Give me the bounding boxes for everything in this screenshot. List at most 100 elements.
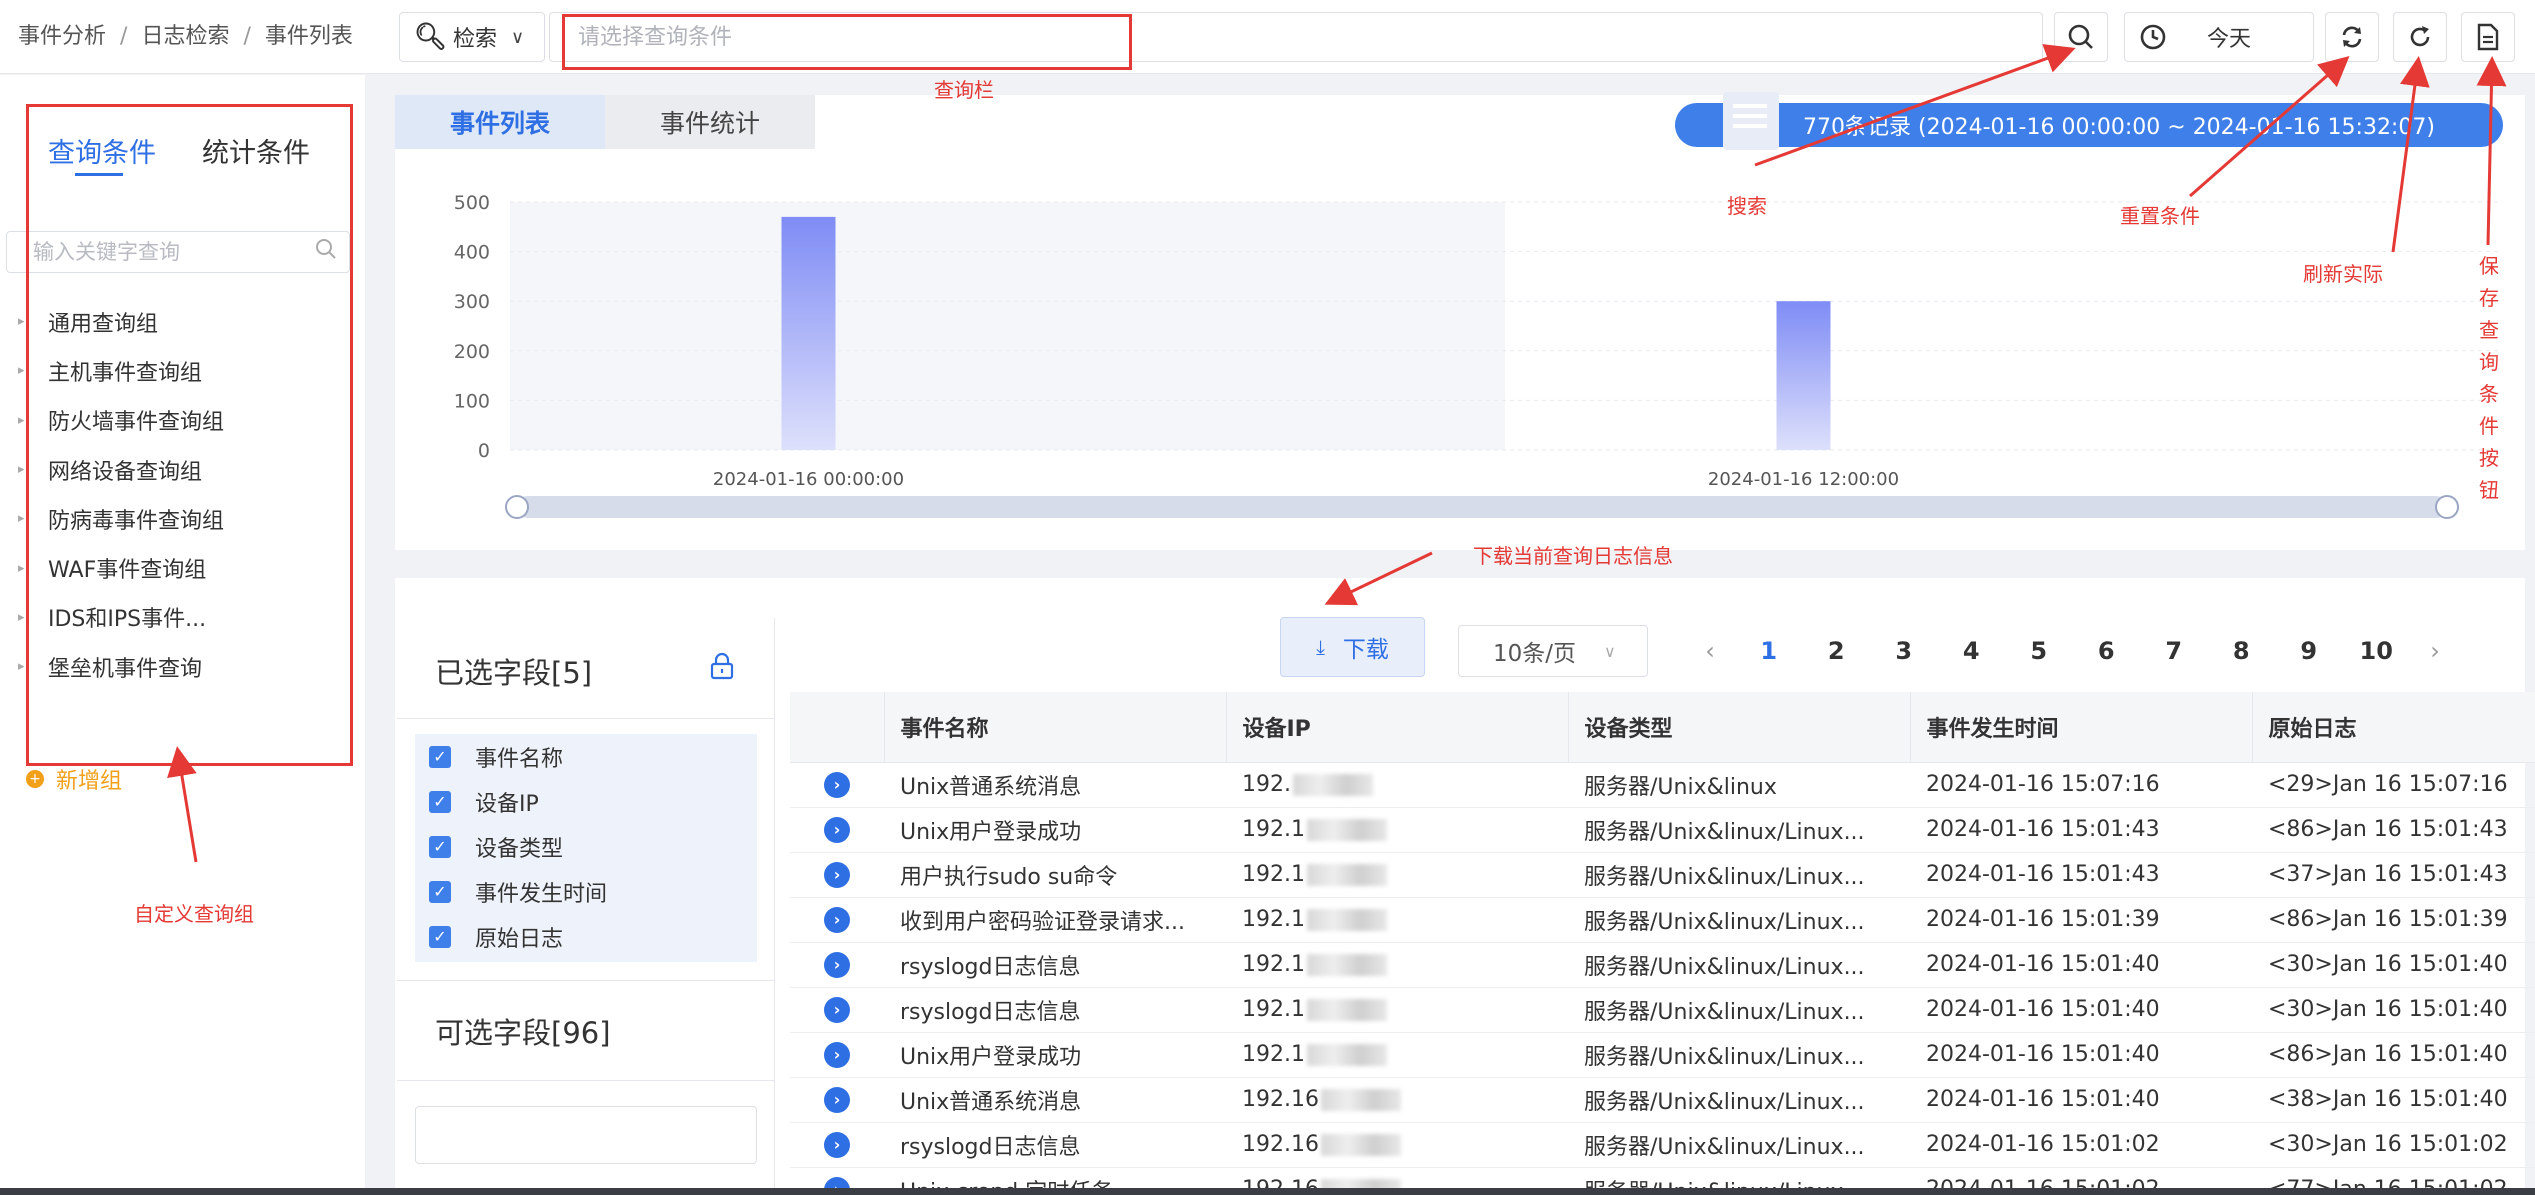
selected-field-item[interactable]: ✓ 设备IP	[415, 779, 757, 824]
cell-event-name: 用户执行sudo su命令	[884, 852, 1226, 898]
row-expand-cell[interactable]: ›	[790, 897, 884, 943]
chevron-right-circle-icon[interactable]: ›	[824, 862, 850, 888]
table-row[interactable]: › rsyslogd日志信息 192.1 服务器/Unix&linux/Linux..…	[790, 987, 2535, 1033]
cell-event-time: 2024-01-16 15:07:16	[1910, 762, 2252, 808]
download-button[interactable]: ⤓ 下载	[1280, 617, 1425, 677]
cell-event-time: 2024-01-16 15:01:02	[1910, 1122, 2252, 1168]
chart-band	[510, 202, 1505, 450]
page-button[interactable]: 6	[2073, 637, 2141, 665]
row-expand-cell[interactable]: ›	[790, 942, 884, 988]
table-header[interactable]: 原始日志	[2252, 692, 2535, 763]
table-row[interactable]: › 收到用户密码验证登录请求... 192.1 服务器/Unix&linux/Linu…	[790, 897, 2535, 943]
cell-device-type: 服务器/Unix&linux/Linux...	[1568, 807, 1910, 853]
search-mode-select[interactable]: 🔍︎ 检索 ∨	[399, 12, 545, 62]
row-expand-cell[interactable]: ›	[790, 807, 884, 853]
y-tick-label: 100	[454, 390, 490, 412]
checkbox-checked-icon[interactable]: ✓	[429, 745, 451, 768]
cell-raw-log: <38>Jan 16 15:01:40	[2252, 1077, 2535, 1123]
prev-page-icon[interactable]: ‹	[1685, 637, 1735, 665]
next-page-icon[interactable]: ›	[2410, 637, 2460, 665]
breadcrumb: 事件分析 / 日志检索 / 事件列表	[18, 24, 353, 49]
chevron-right-circle-icon[interactable]: ›	[824, 952, 850, 978]
page-button[interactable]: 1	[1735, 637, 1803, 665]
tab-event-list[interactable]: 事件列表	[395, 95, 605, 149]
time-range-label: 今天	[2207, 27, 2252, 52]
selected-field-item[interactable]: ✓ 事件发生时间	[415, 869, 757, 914]
page-button[interactable]: 10	[2343, 637, 2411, 665]
table-row[interactable]: › rsyslogd日志信息 192.1 服务器/Unix&linux/Linux..…	[790, 942, 2535, 988]
checkbox-checked-icon[interactable]: ✓	[429, 835, 451, 858]
chevron-right-circle-icon[interactable]: ›	[824, 1087, 850, 1113]
add-group-button[interactable]: + 新增组	[26, 763, 122, 795]
optional-field-search-input[interactable]	[415, 1106, 757, 1164]
table-row[interactable]: › Unix普通系统消息 192. 服务器/Unix&linux 2024-01-16 …	[790, 762, 2535, 808]
chevron-right-circle-icon[interactable]: ›	[824, 1042, 850, 1068]
search-button[interactable]	[2054, 12, 2108, 62]
breadcrumb-item-log-search[interactable]: 日志检索	[141, 24, 229, 49]
main-tabs: 事件列表 事件统计	[395, 95, 815, 149]
refresh-icon	[2410, 26, 2430, 47]
cell-raw-log: <29>Jan 16 15:07:16	[2252, 762, 2535, 808]
table-header[interactable]: 事件发生时间	[1910, 692, 2253, 763]
chevron-right-circle-icon[interactable]: ›	[824, 997, 850, 1023]
document-icon	[1723, 92, 1779, 150]
checkbox-checked-icon[interactable]: ✓	[429, 880, 451, 903]
page-button[interactable]: 7	[2140, 637, 2208, 665]
row-expand-cell[interactable]: ›	[790, 762, 884, 808]
page-button[interactable]: 9	[2275, 637, 2343, 665]
cell-event-name: 收到用户密码验证登录请求...	[884, 897, 1226, 943]
divider	[397, 980, 775, 981]
row-expand-cell[interactable]: ›	[790, 852, 884, 898]
table-row[interactable]: › Unix普通系统消息 192.16 服务器/Unix&linux/Linux...…	[790, 1077, 2535, 1123]
table-header[interactable]: 事件名称	[884, 692, 1227, 763]
redacted-ip	[1306, 954, 1387, 976]
cell-event-time: 2024-01-16 15:01:43	[1910, 807, 2252, 853]
table-row[interactable]: › Unix用户登录成功 192.1 服务器/Unix&linux/Linux... 2…	[790, 1032, 2535, 1078]
cell-device-type: 服务器/Unix&linux/Linux...	[1568, 1122, 1910, 1168]
page-button[interactable]: 3	[1870, 637, 1938, 665]
cell-event-time: 2024-01-16 15:01:40	[1910, 1077, 2252, 1123]
cell-raw-log: <30>Jan 16 15:01:02	[2252, 1122, 2535, 1168]
page-button[interactable]: 2	[1803, 637, 1871, 665]
zoom-handle-right	[2435, 495, 2459, 519]
tab-event-stats[interactable]: 事件统计	[605, 95, 815, 149]
time-range-picker[interactable]: 今天	[2124, 12, 2314, 62]
table-header[interactable]: 设备IP	[1226, 692, 1569, 763]
save-query-button[interactable]	[2461, 12, 2515, 62]
page-button[interactable]: 4	[1938, 637, 2006, 665]
cell-device-type: 服务器/Unix&linux	[1568, 762, 1910, 808]
selected-field-item[interactable]: ✓ 原始日志	[415, 914, 757, 959]
redacted-ip	[1306, 1044, 1387, 1066]
row-expand-cell[interactable]: ›	[790, 987, 884, 1033]
chevron-right-circle-icon[interactable]: ›	[824, 817, 850, 843]
breadcrumb-item-event-analysis[interactable]: 事件分析	[18, 24, 106, 49]
table-header[interactable]: 设备类型	[1568, 692, 1911, 763]
row-expand-cell[interactable]: ›	[790, 1077, 884, 1123]
reset-conditions-button[interactable]	[2325, 12, 2379, 62]
cell-event-time: 2024-01-16 15:01:40	[1910, 987, 2252, 1033]
lock-icon[interactable]	[709, 652, 735, 687]
chevron-right-circle-icon[interactable]: ›	[824, 907, 850, 933]
table-row[interactable]: › rsyslogd日志信息 192.16 服务器/Unix&linux/Linux.…	[790, 1122, 2535, 1168]
row-expand-cell[interactable]: ›	[790, 1122, 884, 1168]
table-row[interactable]: › Unix用户登录成功 192.1 服务器/Unix&linux/Linux... 2…	[790, 807, 2535, 853]
selected-field-item[interactable]: ✓ 设备类型	[415, 824, 757, 869]
row-expand-cell[interactable]: ›	[790, 1032, 884, 1078]
page-button[interactable]: 8	[2208, 637, 2276, 665]
page-size-select[interactable]: 10条/页 ∨	[1458, 625, 1648, 677]
page-button[interactable]: 5	[2005, 637, 2073, 665]
chevron-right-circle-icon[interactable]: ›	[824, 772, 850, 798]
chevron-right-circle-icon[interactable]: ›	[824, 1132, 850, 1158]
cell-device-ip: 192.1	[1226, 807, 1568, 853]
checkbox-checked-icon[interactable]: ✓	[429, 790, 451, 813]
checkbox-checked-icon[interactable]: ✓	[429, 925, 451, 948]
selected-field-item[interactable]: ✓ 事件名称	[415, 734, 757, 779]
refresh-button[interactable]	[2393, 12, 2447, 62]
breadcrumb-item-event-list: 事件列表	[264, 24, 353, 49]
zoom-slider-track	[517, 496, 2447, 518]
selected-fields-list: ✓ 事件名称 ✓ 设备IP ✓ 设备类型 ✓ 事件发生时间 ✓ 原始日志	[415, 734, 757, 962]
table-row[interactable]: › 用户执行sudo su命令 192.1 服务器/Unix&linux/Linux.…	[790, 852, 2535, 898]
cell-event-name: Unix普通系统消息	[884, 1077, 1226, 1123]
plus-icon: +	[26, 770, 44, 788]
y-tick-label: 0	[478, 440, 490, 462]
